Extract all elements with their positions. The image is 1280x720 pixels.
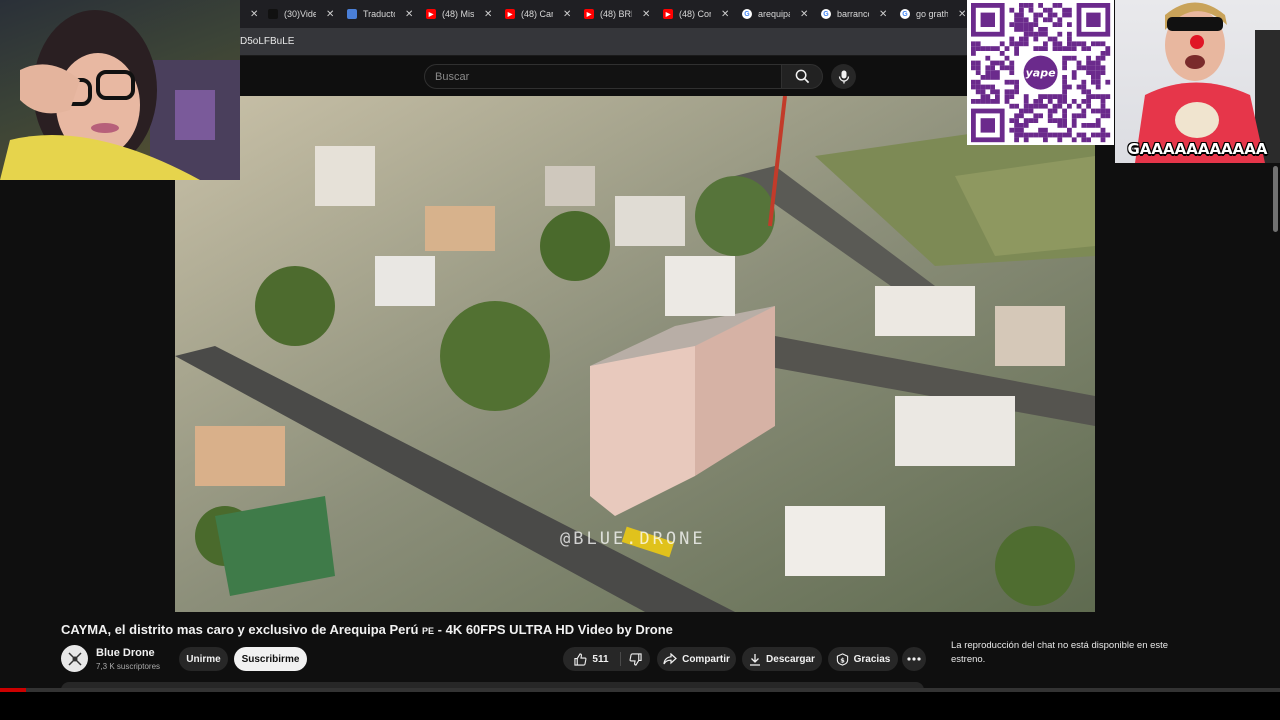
search-icon	[795, 69, 809, 84]
browser-tab-title: arequipa	[758, 9, 790, 19]
video-title-suffix: - 4K 60FPS ULTRA HD Video by Drone	[437, 622, 673, 637]
browser-tab-title: go grath	[916, 9, 948, 19]
channel-avatar[interactable]	[61, 645, 88, 672]
video-player[interactable]: @BLUE.DRONE	[175, 96, 1095, 612]
country-code: PE	[422, 626, 435, 636]
browser-tab[interactable]: ▶ (48) BRN ✕	[584, 0, 650, 28]
join-button[interactable]: Unirme	[179, 647, 228, 671]
browser-tab[interactable]: Gbarranco ✕	[821, 0, 887, 28]
youtube-icon: ▶	[663, 9, 673, 19]
video-title-text: CAYMA, el distrito mas caro y exclusivo …	[61, 622, 419, 637]
subscriber-count: 7,3 K suscriptores	[96, 662, 161, 671]
download-button[interactable]: Descargar	[742, 647, 822, 671]
streamer-webcam	[0, 0, 240, 180]
video-watermark: @BLUE.DRONE	[560, 529, 706, 549]
translate-icon	[347, 9, 357, 19]
download-icon	[750, 653, 761, 666]
yape-logo-text: yape	[1026, 67, 1056, 80]
like-button[interactable]: 511	[563, 647, 620, 671]
url-text[interactable]: D5oLFBuLE	[240, 36, 294, 47]
scrollbar-thumb[interactable]	[1273, 166, 1278, 232]
google-icon: G	[742, 9, 752, 19]
meme-overlay: GAAAAAAAAAAA	[1115, 0, 1280, 163]
close-icon[interactable]: ✕	[879, 9, 887, 20]
browser-tab-strip: ✕ (30)Vide ✕ Traducto ✕ ▶ (48) Mis ✕ ▶ (48) Car ✕…	[240, 0, 968, 28]
meme-caption: GAAAAAAAAAAA	[1127, 140, 1268, 158]
share-icon	[663, 653, 677, 665]
svg-text:$: $	[840, 656, 845, 664]
youtube-icon: ▶	[426, 9, 436, 19]
dislike-button[interactable]	[621, 647, 650, 671]
close-icon[interactable]: ✕	[642, 9, 650, 20]
subscribe-button[interactable]: Suscribirme	[234, 647, 307, 671]
thanks-button[interactable]: $ Gracias	[828, 647, 898, 671]
browser-tab-title: Traducto	[363, 9, 395, 19]
browser-tab[interactable]: ▶ (48) Mis ✕	[426, 0, 492, 28]
tiktok-icon	[268, 9, 278, 19]
microphone-icon	[838, 70, 849, 83]
close-icon[interactable]: ✕	[484, 9, 492, 20]
yape-qr-code: yape	[967, 0, 1114, 145]
video-title: CAYMA, el distrito mas caro y exclusivo …	[61, 622, 673, 637]
qr-code-image: yape	[971, 3, 1111, 143]
like-dislike-group: 511	[563, 647, 650, 671]
share-button[interactable]: Compartir	[657, 647, 736, 671]
browser-tab[interactable]: ▶ (48) Con ✕	[663, 0, 729, 28]
close-icon[interactable]: ✕	[800, 9, 808, 20]
video-frame-aerial-city: @BLUE.DRONE	[175, 96, 1095, 612]
browser-tab-title: (30)Vide	[284, 9, 316, 19]
browser-tab-title: (48) Con	[679, 9, 711, 19]
thanks-label: Gracias	[853, 653, 891, 665]
close-icon[interactable]: ✕	[405, 9, 413, 20]
youtube-icon: ▶	[584, 9, 594, 19]
browser-tab-title: (48) Mis	[442, 9, 474, 19]
thumbs-up-icon	[574, 652, 587, 666]
page-scrollbar[interactable]	[1271, 163, 1280, 693]
chat-replay-unavailable-message: La reproducción del chat no está disponi…	[951, 640, 1169, 665]
more-horizontal-icon	[907, 657, 921, 661]
drone-logo-icon	[67, 651, 82, 666]
meme-person-image	[1135, 2, 1280, 163]
download-label: Descargar	[766, 653, 815, 665]
channel-name[interactable]: Blue Drone	[96, 647, 155, 659]
like-count: 511	[592, 653, 609, 665]
browser-tab[interactable]: ▶ (48) Car ✕	[505, 0, 571, 28]
more-actions-button[interactable]	[902, 647, 926, 671]
browser-tab[interactable]: (30)Vide ✕	[268, 0, 334, 28]
address-bar[interactable]: D5oLFBuLE	[240, 28, 968, 56]
browser-tab[interactable]: Garequipa ✕	[742, 0, 808, 28]
close-icon[interactable]: ✕	[563, 9, 571, 20]
browser-tab-title: barranco	[837, 9, 869, 19]
search-button[interactable]	[781, 64, 823, 89]
browser-tab-title: (48) BRN	[600, 9, 632, 19]
browser-tab[interactable]: Ggo grath ✕	[900, 0, 966, 28]
super-thanks-icon: $	[836, 652, 848, 666]
close-icon[interactable]: ✕	[326, 9, 334, 20]
browser-tab-title: (48) Car	[521, 9, 553, 19]
bottom-bar	[0, 692, 1280, 720]
close-icon[interactable]: ✕	[958, 9, 966, 20]
voice-search-button[interactable]	[831, 64, 856, 89]
thumbs-down-icon	[629, 652, 642, 666]
youtube-icon: ▶	[505, 9, 515, 19]
close-icon[interactable]: ✕	[250, 9, 258, 20]
google-icon: G	[821, 9, 831, 19]
tab-close-button-prev[interactable]: ✕	[250, 0, 258, 28]
google-icon: G	[900, 9, 910, 19]
share-label: Compartir	[682, 653, 730, 665]
browser-tab[interactable]: Traducto ✕	[347, 0, 413, 28]
search-input[interactable]: Buscar	[424, 64, 782, 89]
search-placeholder: Buscar	[435, 71, 470, 83]
close-icon[interactable]: ✕	[721, 9, 729, 20]
streamer-image	[0, 10, 240, 180]
youtube-header: Buscar	[240, 56, 968, 96]
